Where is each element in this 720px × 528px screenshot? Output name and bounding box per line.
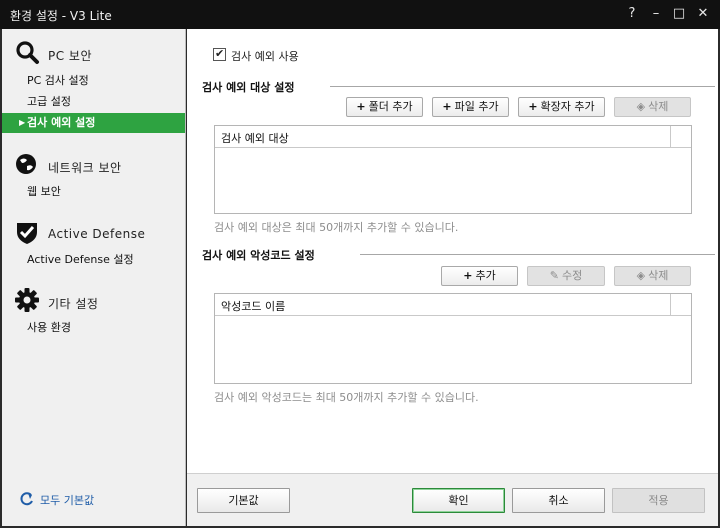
column-divider [670, 126, 671, 148]
column-header: 악성코드 이름 [221, 300, 286, 313]
plus-icon: + [442, 100, 452, 113]
plus-icon: + [356, 100, 366, 113]
main-panel: ✔ 검사 예외 사용 검사 예외 대상 설정 + 폴더 추가 + 파일 추가 + 확장… [187, 29, 718, 473]
add-malware-button[interactable]: + 추가 [441, 266, 518, 286]
sidebar-item-active-defense[interactable]: Active Defense 설정 [2, 250, 185, 270]
shield-check-icon [17, 223, 37, 244]
targets-section-title: 검사 예외 대상 설정 [202, 81, 295, 94]
section-title: 네트워크 보안 [48, 161, 122, 175]
cancel-button[interactable]: 취소 [512, 488, 605, 513]
section-title: 기타 설정 [48, 297, 99, 311]
malware-list[interactable]: 악성코드 이름 [214, 293, 692, 384]
plus-icon: + [463, 269, 473, 282]
settings-window: 환경 설정 - V3 Lite ? – □ ✕ PC 보안 PC 검사 설정 고… [0, 0, 720, 528]
section-pc-security: PC 보안 [2, 39, 186, 67]
sidebar-item-label: 사용 환경 [27, 321, 71, 334]
globe-icon [16, 154, 36, 174]
enable-exceptions-label: 검사 예외 사용 [231, 50, 299, 63]
edit-malware-label: 수정 [561, 269, 583, 282]
section-divider [360, 254, 715, 255]
sidebar-item-advanced[interactable]: 고급 설정 [2, 92, 185, 112]
delete-malware-label: 삭제 [648, 269, 669, 282]
delete-malware-button[interactable]: ◈ 삭제 [614, 266, 691, 286]
close-button[interactable]: ✕ [694, 5, 712, 23]
section-active-defense: Active Defense [2, 219, 186, 247]
column-header: 검사 예외 대상 [221, 132, 289, 145]
edit-malware-button[interactable]: ✎ 수정 [527, 266, 605, 286]
footer-bar: 기본값 확인 취소 적용 [187, 473, 718, 526]
sidebar-item-label: 웹 보안 [27, 185, 61, 198]
pencil-icon: ✎ [549, 269, 559, 282]
sidebar-item-label: PC 검사 설정 [27, 74, 89, 87]
minimize-button[interactable]: – [647, 5, 665, 23]
caret-right-icon: ▶ [19, 118, 26, 127]
apply-button[interactable]: 적용 [612, 488, 705, 513]
section-title: PC 보안 [48, 49, 93, 63]
eraser-icon: ◈ [636, 269, 646, 282]
checkmark-icon: ✔ [215, 47, 225, 60]
sidebar-item-web-security[interactable]: 웹 보안 [2, 182, 185, 202]
add-extension-button[interactable]: + 확장자 추가 [518, 97, 605, 117]
delete-target-label: 삭제 [648, 100, 669, 113]
default-button[interactable]: 기본값 [197, 488, 290, 513]
section-divider [330, 86, 715, 87]
magnifier-icon [16, 41, 39, 64]
sidebar: PC 보안 PC 검사 설정 고급 설정 ▶ 검사 예외 설정 네트워크 보안 … [2, 29, 186, 526]
section-network-security: 네트워크 보안 [2, 151, 186, 179]
sidebar-item-scan-exceptions[interactable]: ▶ 검사 예외 설정 [2, 113, 185, 133]
sidebar-item-pc-scan[interactable]: PC 검사 설정 [2, 71, 185, 91]
gear-icon [15, 288, 39, 312]
malware-list-header: 악성코드 이름 [215, 294, 691, 316]
maximize-button[interactable]: □ [670, 5, 688, 23]
sidebar-item-preferences[interactable]: 사용 환경 [2, 318, 185, 338]
add-folder-button[interactable]: + 폴더 추가 [346, 97, 423, 117]
add-malware-label: 추가 [475, 269, 496, 282]
plus-icon: + [528, 100, 538, 113]
enable-exceptions-checkbox[interactable]: ✔ [213, 47, 226, 61]
section-other-settings: 기타 설정 [2, 287, 186, 315]
window-title: 환경 설정 - V3 Lite [10, 9, 112, 23]
help-button[interactable]: ? [623, 5, 641, 23]
reset-arrow-icon [20, 492, 33, 506]
reset-all-label: 모두 기본값 [40, 494, 95, 507]
section-title: Active Defense [48, 227, 146, 241]
add-folder-label: 폴더 추가 [368, 100, 413, 113]
ok-button[interactable]: 확인 [412, 488, 505, 513]
targets-hint: 검사 예외 대상은 최대 50개까지 추가할 수 있습니다. [214, 221, 459, 234]
add-extension-label: 확장자 추가 [540, 100, 595, 113]
malware-hint: 검사 예외 악성코드는 최대 50개까지 추가할 수 있습니다. [214, 391, 479, 404]
sidebar-item-label: 검사 예외 설정 [27, 116, 96, 129]
add-file-button[interactable]: + 파일 추가 [432, 97, 509, 117]
delete-target-button[interactable]: ◈ 삭제 [614, 97, 691, 117]
column-divider [670, 294, 671, 316]
title-bar[interactable]: 환경 설정 - V3 Lite ? – □ ✕ [0, 0, 720, 29]
eraser-icon: ◈ [636, 100, 646, 113]
targets-list-header: 검사 예외 대상 [215, 126, 691, 148]
targets-list[interactable]: 검사 예외 대상 [214, 125, 692, 214]
add-file-label: 파일 추가 [454, 100, 499, 113]
sidebar-item-label: 고급 설정 [27, 95, 71, 108]
malware-section-title: 검사 예외 악성코드 설정 [202, 249, 315, 262]
sidebar-item-label: Active Defense 설정 [27, 253, 134, 266]
